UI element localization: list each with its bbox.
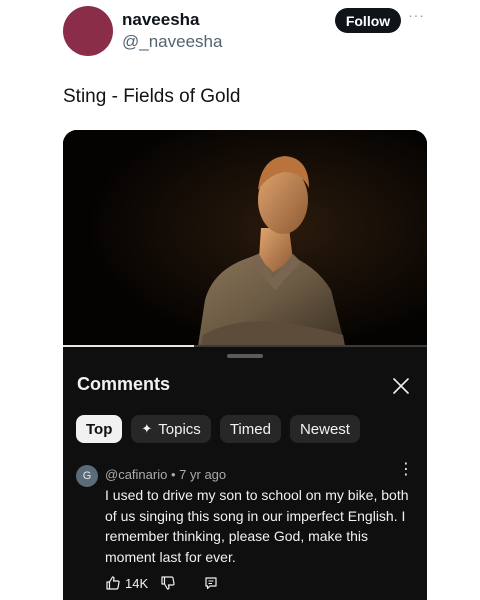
chip-label: Timed (229, 420, 271, 438)
reply-icon (205, 577, 217, 590)
post-text: Sting - Fields of Gold (63, 86, 241, 107)
sparkle-icon: ✦ (141, 421, 153, 436)
video-still-image (63, 130, 427, 346)
comment-sort-chips: Top ✦ Topics Timed Newest (76, 415, 360, 443)
close-icon[interactable] (391, 376, 411, 396)
like-count: 14K (125, 575, 149, 591)
user-handle[interactable]: @_naveesha (122, 32, 222, 52)
dislike-button[interactable] (160, 575, 176, 591)
follow-button[interactable]: Follow (335, 8, 401, 33)
chip-label: Topics (158, 420, 201, 438)
chip-timed[interactable]: Timed (219, 415, 281, 443)
comment-meta: @cafinario • 7 yr ago (105, 467, 226, 482)
thumbs-down-icon (161, 576, 175, 590)
comment-body: I used to drive my son to school on my b… (105, 487, 409, 565)
comments-sheet: Comments Top ✦ Topics Timed Newest G @ca… (63, 347, 427, 600)
post-header: naveesha @_naveesha Follow ··· (0, 0, 480, 70)
embedded-media: Comments Top ✦ Topics Timed Newest G @ca… (63, 130, 427, 600)
comment-author[interactable]: @cafinario (105, 467, 167, 482)
comment-actions: 14K (105, 573, 218, 593)
drag-handle[interactable] (227, 354, 263, 358)
chip-topics[interactable]: ✦ Topics (131, 415, 211, 443)
chip-label: Newest (299, 420, 350, 438)
avatar[interactable] (63, 6, 113, 56)
video-frame[interactable] (63, 130, 427, 346)
comment-age: 7 yr ago (179, 467, 227, 482)
thumbs-up-icon (106, 576, 120, 590)
chip-top[interactable]: Top (76, 415, 123, 443)
comments-title: Comments (77, 374, 171, 394)
display-name[interactable]: naveesha (122, 10, 200, 30)
chip-label: Top (86, 420, 113, 438)
meta-separator: • (170, 467, 176, 482)
chip-newest[interactable]: Newest (289, 415, 360, 443)
like-button[interactable]: 14K (105, 575, 148, 591)
comment-menu-icon[interactable]: ⋮ (398, 462, 414, 485)
commenter-avatar[interactable]: G (76, 465, 98, 487)
more-options-icon[interactable]: ··· (408, 8, 428, 26)
reply-button[interactable] (204, 576, 218, 590)
